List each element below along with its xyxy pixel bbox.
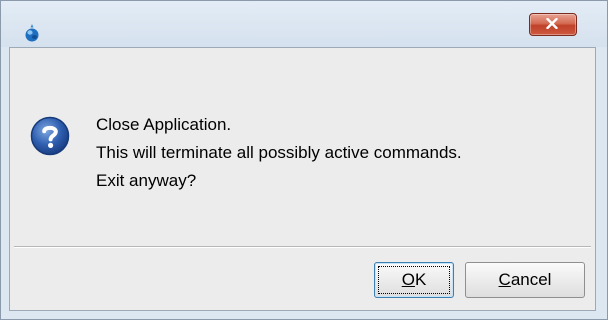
message-line: Exit anyway?: [96, 171, 197, 190]
question-icon: [30, 116, 70, 156]
dialog-window: Close Application. This will terminate a…: [0, 0, 608, 320]
cancel-mnemonic: C: [498, 270, 511, 289]
focus-indicator: [378, 266, 450, 294]
cancel-label: ancel: [510, 270, 552, 289]
dialog-body: Close Application. This will terminate a…: [9, 47, 596, 311]
dialog-message: Close Application. This will terminate a…: [96, 111, 462, 195]
cancel-button[interactable]: Cancel: [465, 262, 585, 298]
separator: [14, 246, 591, 248]
message-line: This will terminate all possibly active …: [96, 143, 462, 162]
close-button[interactable]: [529, 13, 577, 36]
title-bar[interactable]: [1, 1, 607, 47]
message-line: Close Application.: [96, 115, 232, 134]
ok-button[interactable]: OK: [374, 262, 454, 298]
app-icon: [23, 24, 41, 42]
